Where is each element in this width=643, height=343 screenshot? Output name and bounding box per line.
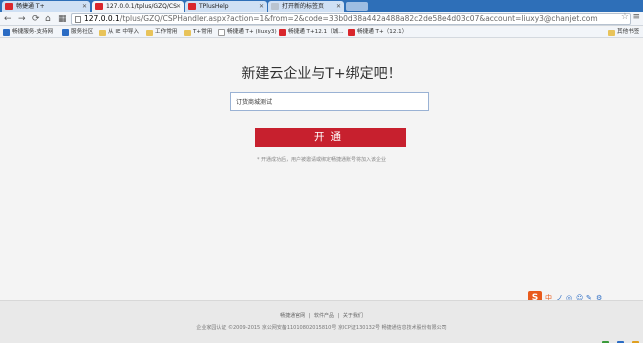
close-icon[interactable]: ✕ xyxy=(259,1,264,12)
tab-0[interactable]: 畅捷通 T+ ✕ xyxy=(2,1,90,12)
bookmark-item[interactable]: 从 IE 中导入 xyxy=(99,28,139,37)
bookmark-star-icon[interactable]: ☆ xyxy=(621,12,629,22)
tab-title: 畅捷通 T+ xyxy=(16,3,45,10)
chanjet-favicon-icon xyxy=(95,3,103,10)
tab-3[interactable]: 打开新的标签页 ✕ xyxy=(268,1,344,12)
tray-icons xyxy=(599,333,639,343)
reload-icon[interactable]: ⟳ xyxy=(32,13,40,25)
bookmark-item[interactable]: 畅捷通 T+12.1（城... xyxy=(279,28,344,37)
hint-text: * 开通成功后，用户被邀请或绑定畅捷通账号将加入该企业 xyxy=(256,157,387,163)
home-icon[interactable]: ⌂ xyxy=(45,13,51,25)
bookmark-item[interactable]: 服务社区 xyxy=(62,28,93,37)
browser-tab-strip: 畅捷通 T+ ✕ 127.0.0.1/tplus/GZQ/CS ✕ TPlusH… xyxy=(0,0,643,12)
bookmark-label: 其他书签 xyxy=(617,29,640,35)
footer-link-products[interactable]: 软件产品 xyxy=(314,313,334,319)
chanjet-favicon-icon xyxy=(5,3,13,10)
close-icon[interactable]: ✕ xyxy=(82,1,87,12)
url-path: /tplus/GZQ/CSPHandler.aspx?action=1&from… xyxy=(119,14,598,23)
url-host: 127.0.0.1 xyxy=(84,14,120,23)
bookmark-item[interactable]: T+常用 xyxy=(184,28,212,37)
footer-links: 畅捷通官网 | 软件产品 | 关于我们 xyxy=(0,312,643,319)
footer-separator: | xyxy=(308,313,311,319)
bookmark-label: 服务社区 xyxy=(71,29,94,35)
bookmark-label: 工作常用 xyxy=(155,29,178,35)
copyright-text: 企业家园认证 ©2009-2015 京公网安备11010802015810号 京… xyxy=(196,325,447,331)
footer-link-about[interactable]: 关于我们 xyxy=(343,313,363,319)
tab-title: 打开新的标签页 xyxy=(282,3,325,10)
other-bookmarks[interactable]: 其他书签 xyxy=(608,28,639,37)
page-content: 新建云企业与T+绑定吧！ 开通 * 开通成功后，用户被邀请或绑定畅捷通账号将加入… xyxy=(0,39,643,343)
bookmark-label: 畅捷服务-支持网 xyxy=(12,29,54,35)
bookmark-page-icon xyxy=(3,29,10,36)
bookmark-label: 畅捷通 T+（12.1） xyxy=(357,29,408,35)
footer: 畅捷通官网 | 软件产品 | 关于我们 企业家园认证 ©2009-2015 京公… xyxy=(0,300,643,343)
company-name-input[interactable] xyxy=(230,92,429,111)
close-icon[interactable]: ✕ xyxy=(176,1,181,12)
bookmarks-bar: 畅捷服务-支持网 服务社区 从 IE 中导入 工作常用 T+常用 畅捷通 T+ … xyxy=(0,27,643,38)
page-icon xyxy=(75,16,81,23)
apps-icon[interactable]: ▦ xyxy=(58,13,67,25)
bookmark-item[interactable]: 畅捷服务-支持网 xyxy=(3,28,53,37)
bookmark-label: 从 IE 中导入 xyxy=(108,29,140,35)
folder-icon xyxy=(184,30,191,36)
tab-title: 127.0.0.1/tplus/GZQ/CS xyxy=(106,3,177,10)
open-button[interactable]: 开通 xyxy=(255,128,406,147)
footer-separator: | xyxy=(337,313,340,319)
back-icon[interactable]: ← xyxy=(4,13,12,25)
tab-title: TPlusHelp xyxy=(199,3,229,10)
folder-icon xyxy=(608,30,615,36)
blank-page-icon xyxy=(271,3,279,10)
bookmark-item[interactable]: 畅捷通 T+（12.1） xyxy=(348,28,407,37)
chanjet-favicon-icon xyxy=(279,29,286,36)
close-icon[interactable]: ✕ xyxy=(336,1,341,12)
bookmark-item[interactable]: 畅捷通 T+ (liuxy3) xyxy=(218,28,277,37)
folder-icon xyxy=(146,30,153,36)
bookmark-label: 畅捷通 T+12.1（城... xyxy=(288,29,344,35)
new-tab-button[interactable] xyxy=(346,2,368,11)
forward-icon[interactable]: → xyxy=(18,13,26,25)
address-bar[interactable]: 127.0.0.1/tplus/GZQ/CSPHandler.aspx?acti… xyxy=(71,13,631,25)
page-icon xyxy=(218,29,225,36)
footer-link-official[interactable]: 畅捷通官网 xyxy=(280,313,305,319)
bookmark-item[interactable]: 工作常用 xyxy=(146,28,177,37)
page-title: 新建云企业与T+绑定吧！ xyxy=(241,66,402,82)
folder-icon xyxy=(99,30,106,36)
chanjet-favicon-icon xyxy=(348,29,355,36)
bookmark-page-icon xyxy=(62,29,69,36)
chanjet-favicon-icon xyxy=(188,3,196,10)
browser-toolbar: ← → ⟳ ⌂ ▦ 127.0.0.1/tplus/GZQ/CSPHandler… xyxy=(0,12,643,26)
bookmark-label: 畅捷通 T+ (liuxy3) xyxy=(227,29,277,35)
tab-2[interactable]: TPlusHelp ✕ xyxy=(185,1,267,12)
tab-1[interactable]: 127.0.0.1/tplus/GZQ/CS ✕ xyxy=(92,1,184,12)
menu-icon[interactable]: ≡ xyxy=(632,12,640,22)
bookmark-label: T+常用 xyxy=(193,29,213,35)
